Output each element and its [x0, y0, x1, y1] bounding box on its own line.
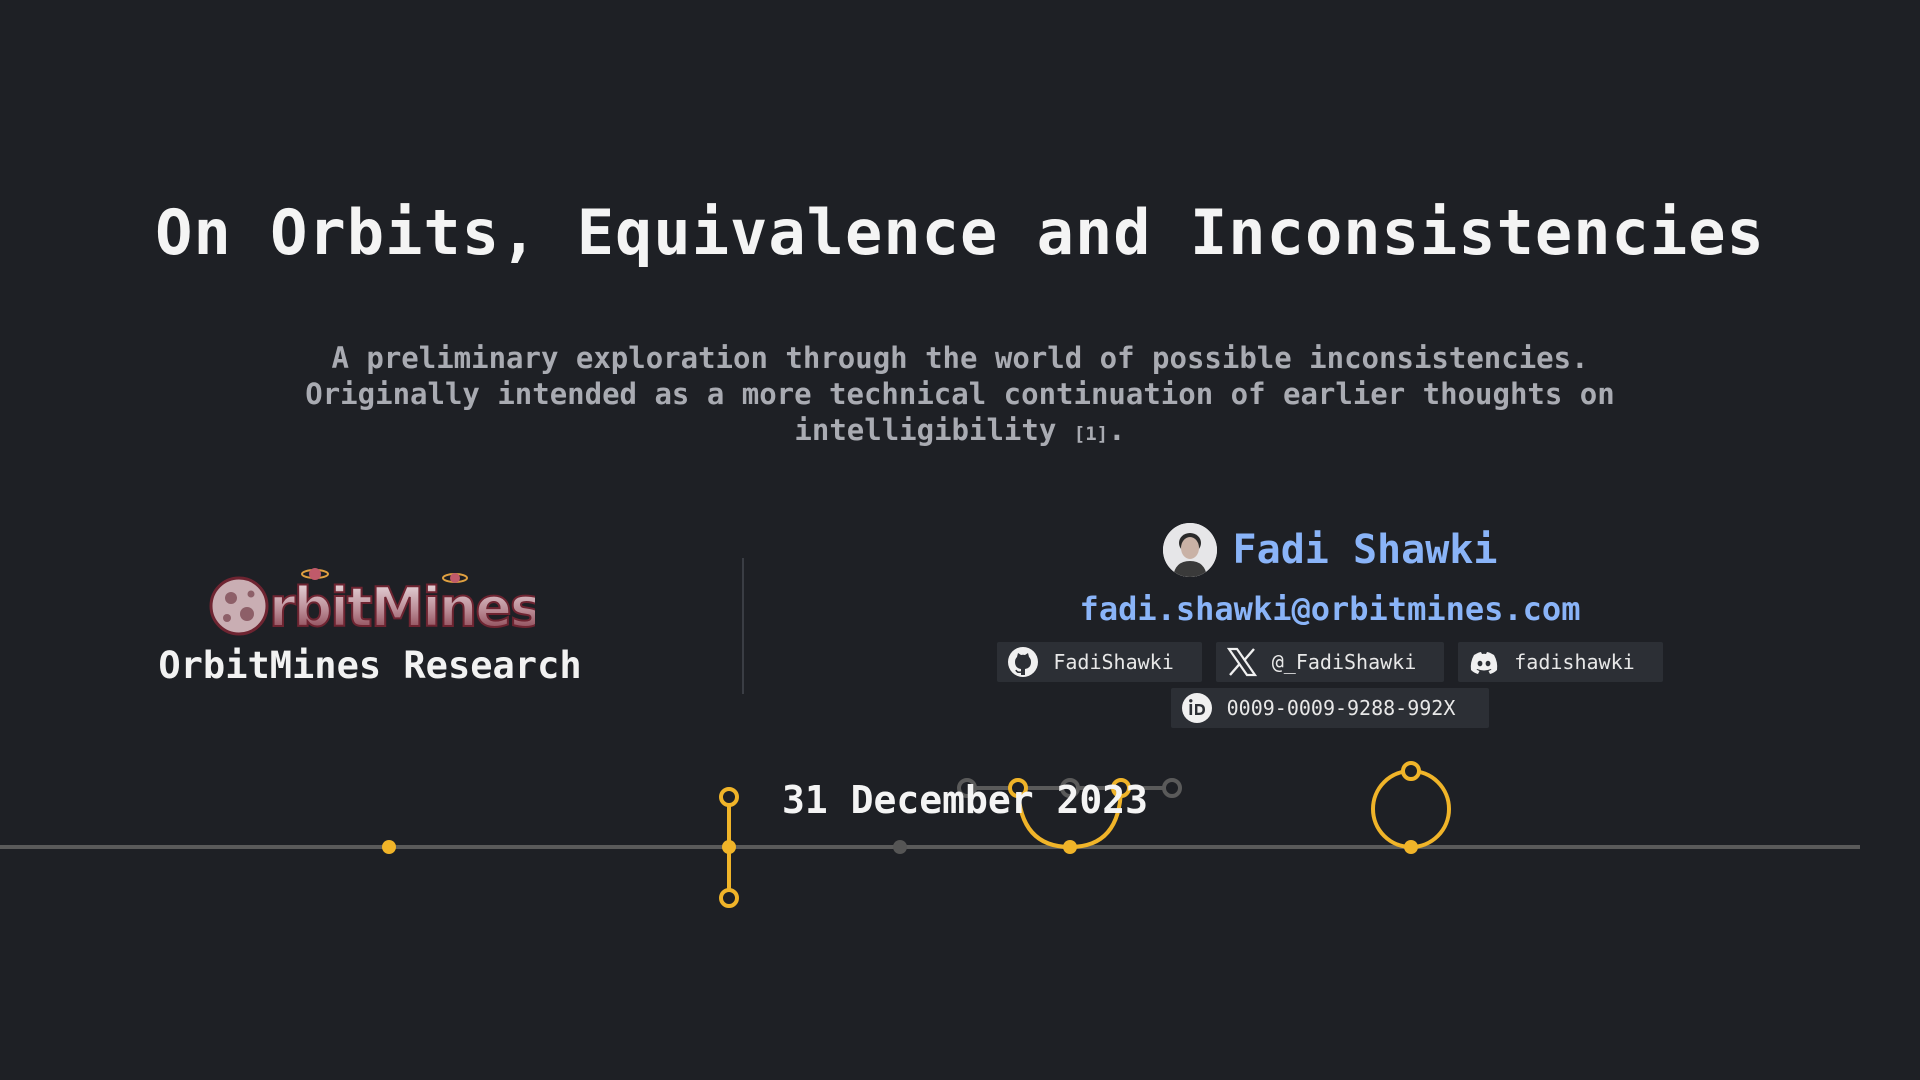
timeline-node-top — [719, 787, 739, 807]
timeline-node-bottom — [719, 888, 739, 908]
timeline-orbit-bottom — [1404, 840, 1418, 854]
timeline-dot-grey — [893, 840, 907, 854]
timeline-orbit-circle — [1371, 769, 1451, 849]
timeline-branch-node — [1162, 778, 1182, 798]
timeline-dot-yellow — [382, 840, 396, 854]
timeline-orbit-top — [1401, 761, 1421, 781]
title-page: On Orbits, Equivalence and Inconsistenci… — [0, 0, 1920, 1080]
publication-date: 31 December 2023 — [782, 778, 1149, 822]
timeline-node-mid — [722, 840, 736, 854]
orbit-timeline-graphic — [0, 761, 1860, 908]
timeline-arc-bottom — [1063, 840, 1077, 854]
